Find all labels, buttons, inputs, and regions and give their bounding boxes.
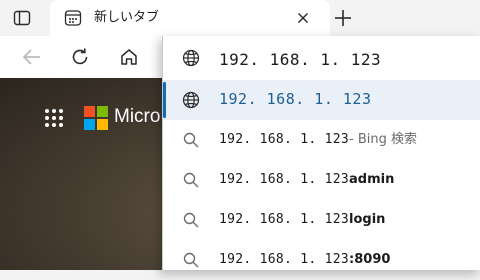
suggestion-url[interactable]: 192. 168. 1. 123	[163, 80, 480, 120]
active-tab[interactable]: 新しいタブ	[50, 0, 330, 36]
suggestion-bing-search[interactable]: 192. 168. 1. 123- Bing 検索	[163, 120, 480, 160]
search-icon	[181, 210, 201, 230]
suggestion-label: 192. 168. 1. 123login	[219, 211, 385, 229]
close-icon[interactable]	[294, 9, 312, 27]
refresh-icon[interactable]	[69, 46, 91, 68]
suggestion-suffix: - Bing 検索	[349, 132, 418, 147]
suggestion-query: 192. 168. 1. 123	[219, 132, 350, 147]
tab-strip: 新しいタブ	[0, 0, 480, 36]
plus-icon[interactable]	[332, 7, 354, 29]
tab-title: 新しいタブ	[94, 10, 160, 25]
suggestion-label: 192. 168. 1. 123admin	[219, 171, 394, 189]
brand-text: Micro	[114, 106, 161, 127]
suggestion-text: 192. 168. 1. 123	[219, 90, 372, 108]
tab-actions-icon[interactable]	[12, 8, 32, 28]
search-icon	[181, 130, 201, 150]
address-input[interactable]	[219, 48, 469, 70]
suggestion-suffix: login	[349, 212, 386, 227]
search-icon	[181, 170, 201, 190]
globe-icon	[181, 90, 201, 110]
home-icon[interactable]	[118, 46, 140, 68]
suggestion-label: 192. 168. 1. 123- Bing 検索	[219, 131, 417, 149]
suggestion-login[interactable]: 192. 168. 1. 123login	[163, 200, 480, 240]
suggestion-query: 192. 168. 1. 123	[219, 212, 350, 227]
suggestion-admin[interactable]: 192. 168. 1. 123admin	[163, 160, 480, 200]
search-icon	[181, 250, 201, 270]
suggestion-suffix: admin	[349, 172, 395, 187]
new-tab-page-icon	[64, 9, 82, 27]
suggestion-label: 192. 168. 1. 123:8090	[219, 251, 390, 269]
back-arrow-icon[interactable]	[21, 46, 43, 68]
globe-icon	[181, 48, 201, 68]
address-bar[interactable]	[163, 36, 480, 80]
suggestion-query: 192. 168. 1. 123	[219, 252, 350, 267]
microsoft-logo-icon	[84, 106, 108, 130]
address-bar-dropdown: 192. 168. 1. 123 192. 168. 1. 123- Bing …	[162, 36, 480, 270]
suggestion-suffix: :8090	[349, 252, 391, 267]
app-launcher-icon[interactable]	[43, 107, 65, 129]
suggestion-port-8090[interactable]: 192. 168. 1. 123:8090	[163, 240, 480, 280]
suggestion-query: 192. 168. 1. 123	[219, 172, 350, 187]
